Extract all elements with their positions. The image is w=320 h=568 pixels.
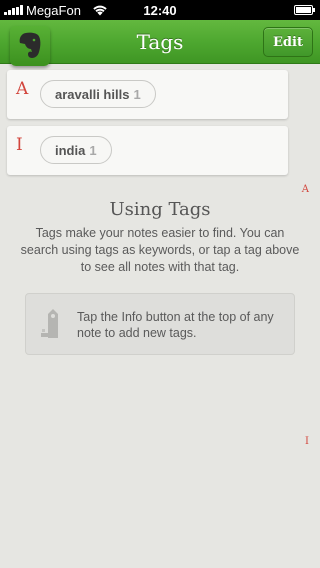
info-body: Tags make your notes easier to find. You… (20, 226, 300, 274)
section-letter: A (16, 79, 29, 99)
status-time: 12:40 (143, 3, 177, 18)
edit-button[interactable]: Edit (263, 27, 313, 57)
info-title: Using Tags (109, 199, 211, 220)
index-letter-i[interactable]: I (305, 436, 309, 447)
nav-bar: Tags Edit (0, 20, 320, 66)
section-letter: I (16, 135, 23, 155)
tag-icon (41, 309, 58, 338)
tag-name: india (55, 142, 86, 158)
tag-count: 1 (133, 86, 141, 102)
tag-section-a: A aravalli hills 1 (7, 70, 288, 119)
tip-box: Tap the Info button at the top of any no… (25, 293, 295, 355)
status-bar: MegaFon 12:40 (0, 0, 320, 20)
tag-section-i: I india 1 (7, 126, 288, 175)
battery-icon (294, 5, 315, 15)
tag-chip[interactable]: india 1 (40, 136, 112, 164)
tag-count: 1 (89, 142, 97, 158)
index-letter-a[interactable]: A (302, 184, 309, 195)
tag-name: aravalli hills (55, 86, 130, 102)
tag-chip[interactable]: aravalli hills 1 (40, 80, 156, 108)
tip-text: Tap the Info button at the top of any no… (77, 310, 274, 340)
